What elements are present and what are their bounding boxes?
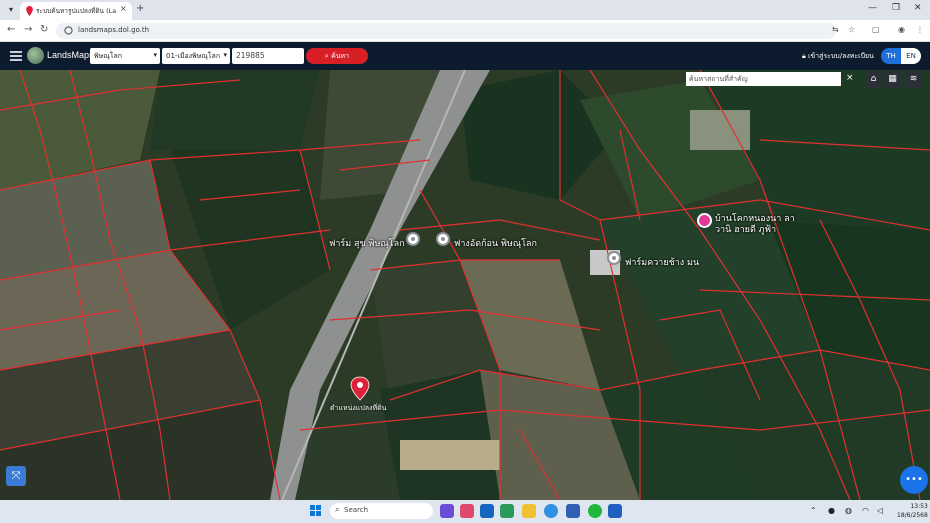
parcel-marker-label: ตำแหน่งแปลงที่ดิน [330, 404, 387, 412]
landmark-search-input[interactable]: ค้นหาสถานที่สำคัญ [686, 72, 841, 86]
taskbar-clock[interactable]: 13:53 18/6/2568 [897, 502, 928, 520]
url-field[interactable]: landsmaps.dol.go.th [56, 23, 836, 39]
app-icon[interactable] [500, 504, 514, 518]
landsmaps-logo [27, 47, 44, 64]
grid-icon[interactable]: ▦ [884, 71, 901, 88]
bookmark-star-icon[interactable]: ☆ [848, 25, 855, 34]
back-icon[interactable]: ← [7, 24, 15, 35]
poi-marker-icon[interactable] [607, 251, 621, 265]
layers-icon[interactable]: ≋ [905, 71, 922, 88]
screen: ▾ ระบบค้นหารูปแปลงที่ดิน (LandsMaps) × +… [0, 0, 930, 523]
close-window-button[interactable]: ✕ [914, 3, 922, 13]
measure-tool-icon[interactable]: ⤧ [6, 466, 26, 486]
login-link[interactable]: 🔒︎ เข้าสู่ระบบ/ลงทะเบียน [802, 51, 874, 62]
url-text: landsmaps.dol.go.th [78, 26, 150, 34]
translate-icon[interactable]: ⇆ [832, 25, 839, 34]
profile-icon[interactable]: ◉ [898, 25, 905, 34]
poi-marker-icon[interactable] [406, 232, 420, 246]
poi-label[interactable]: ฟาร์มควายช้าง มน [625, 255, 699, 269]
browser-menu-icon[interactable]: ⋮ [916, 25, 924, 34]
chevron-down-icon: ▾ [153, 51, 157, 59]
search-button-label: ค้นหา [331, 52, 350, 60]
search-button[interactable]: ⌕ ค้นหา [306, 48, 368, 64]
windows-taskbar: ⌕ Search ⌃ ● ◍ ◠ ◁ 13:53 18/6/2568 [0, 500, 930, 523]
lang-th-button[interactable]: TH [881, 48, 901, 64]
tab-title: ระบบค้นหารูปแปลงที่ดิน (LandsMaps) [36, 7, 116, 15]
browser-tab-strip: ▾ ระบบค้นหารูปแปลงที่ดิน (LandsMaps) × +… [0, 0, 930, 20]
parcel-number-input[interactable]: 219885 [232, 48, 304, 64]
menu-icon[interactable] [10, 51, 22, 61]
volume-icon[interactable]: ◁ [877, 506, 883, 515]
brand-name: LandsMaps [47, 50, 94, 60]
chevron-up-icon[interactable]: ⌃ [810, 506, 817, 515]
province-value: พิษณุโลก [94, 52, 123, 60]
reload-icon[interactable]: ↻ [40, 24, 48, 35]
home-icon[interactable]: ⌂ [865, 71, 882, 88]
poi-label[interactable]: ฟางอัดก้อน พิษณุโลก [454, 236, 537, 250]
wifi-icon[interactable]: ◠ [862, 506, 869, 515]
word-icon[interactable] [608, 504, 622, 518]
maximize-button[interactable]: ❐ [892, 3, 900, 13]
chevron-down-icon: ▾ [223, 51, 227, 59]
extensions-icon[interactable]: ▢ [872, 25, 880, 34]
search-icon: ⌕ [335, 505, 340, 514]
app-header: LandsMaps พิษณุโลก ▾ 01-เมืองพิษณุโลก ▾ … [0, 42, 930, 70]
close-tab-icon[interactable]: × [120, 4, 127, 13]
taskbar-search-label: Search [344, 506, 369, 514]
province-select[interactable]: พิษณุโลก ▾ [90, 48, 160, 64]
new-tab-button[interactable]: + [136, 3, 144, 14]
tray-app-icon[interactable]: ● [828, 506, 835, 515]
district-value: 01-เมืองพิษณุโลก [166, 52, 221, 60]
teams-icon[interactable] [440, 504, 454, 518]
poi-pink-marker-icon[interactable] [697, 213, 712, 228]
district-select[interactable]: 01-เมืองพิษณุโลก ▾ [162, 48, 230, 64]
clock-time: 13:53 [910, 503, 928, 510]
lang-en-button[interactable]: EN [901, 48, 921, 64]
app-icon[interactable] [566, 504, 580, 518]
address-bar: ← → ↻ landsmaps.dol.go.th ⇆ ☆ ▢ ◉ ⋮ [0, 20, 930, 42]
forward-icon[interactable]: → [24, 24, 32, 35]
taskbar-search[interactable]: ⌕ Search [330, 503, 433, 519]
browser-tab[interactable]: ระบบค้นหารูปแปลงที่ดิน (LandsMaps) × [20, 2, 132, 20]
clear-search-icon[interactable]: × [846, 73, 854, 83]
outlook-icon[interactable] [480, 504, 494, 518]
site-info-icon[interactable] [64, 26, 73, 35]
login-label: เข้าสู่ระบบ/ลงทะเบียน [807, 52, 874, 60]
location-pin-icon [26, 6, 33, 16]
chrome-icon[interactable] [544, 504, 558, 518]
poi-label[interactable]: บ้านโคกหนองนา ลา วานิ ฮายดี ภูฟ้า [715, 214, 795, 236]
map-view[interactable]: ค้นหาสถานที่สำคัญ × ⌂ ▦ ≋ ฟาร์ม สุข พิษณ… [0, 70, 930, 500]
windows-start-icon[interactable] [310, 505, 322, 517]
poi-marker-icon[interactable] [436, 232, 450, 246]
line-icon[interactable] [588, 504, 602, 518]
minimize-button[interactable]: — [868, 3, 877, 13]
more-options-button[interactable]: ••• [900, 466, 928, 494]
app-icon[interactable] [460, 504, 474, 518]
tab-search-icon[interactable]: ▾ [4, 3, 18, 17]
clock-date: 18/6/2568 [897, 512, 928, 519]
satellite-map [0, 70, 930, 500]
file-explorer-icon[interactable] [522, 504, 536, 518]
poi-label[interactable]: ฟาร์ม สุข พิษณุโลก [329, 236, 405, 250]
tray-app-icon[interactable]: ◍ [845, 506, 852, 515]
